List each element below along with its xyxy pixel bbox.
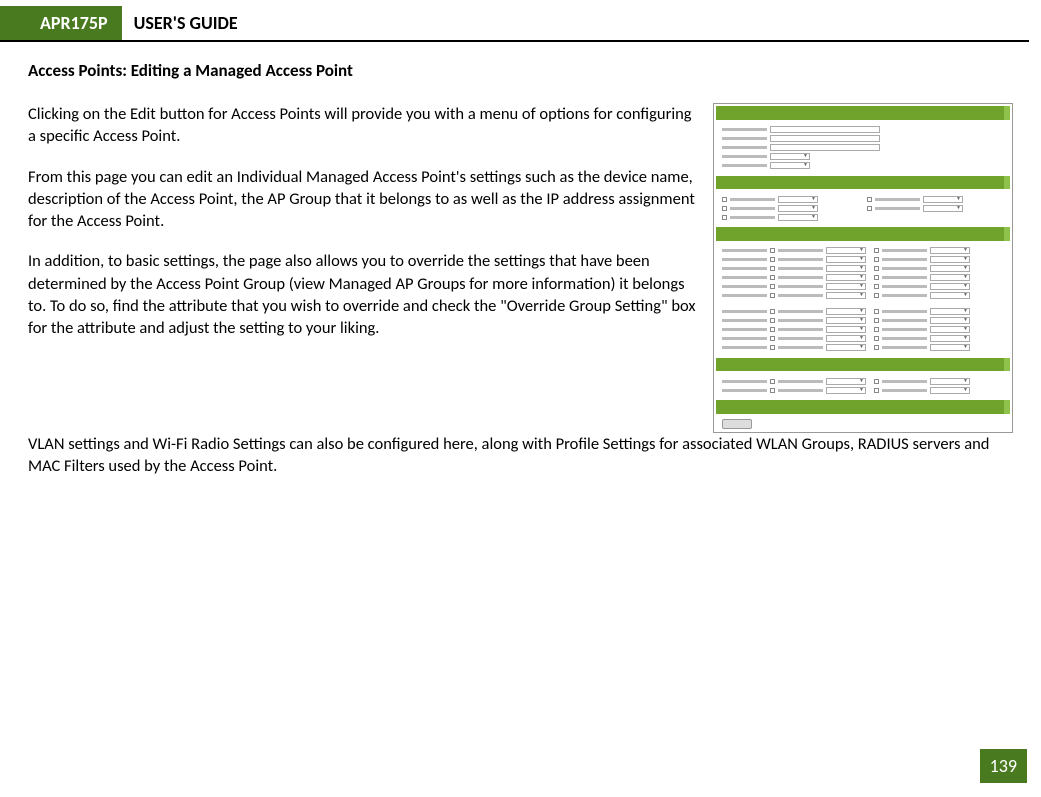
figure-section-bar	[716, 106, 1010, 120]
figure-section-bar	[716, 227, 1010, 241]
screenshot-figure	[713, 103, 1013, 433]
figure-section-bar	[716, 358, 1010, 372]
product-badge: APR175P	[0, 6, 122, 40]
paragraph-1: Clicking on the Edit button for Access P…	[28, 103, 699, 148]
paragraph-4: VLAN settings and Wi-Fi Radio Settings c…	[28, 433, 1013, 478]
body-columns: Clicking on the Edit button for Access P…	[28, 103, 1013, 433]
figure-radio-settings	[716, 245, 1010, 302]
text-column: Clicking on the Edit button for Access P…	[28, 103, 699, 433]
figure-vlan-settings	[716, 375, 1010, 396]
figure-profile-settings	[716, 306, 1010, 354]
figure-section-bar	[716, 176, 1010, 190]
figure-footer	[716, 418, 1010, 430]
page-number: 139	[980, 749, 1027, 783]
paragraph-2: From this page you can edit an Individua…	[28, 166, 699, 233]
paragraph-3: In addition, to basic settings, the page…	[28, 250, 699, 339]
page-header: APR175P USER'S GUIDE	[0, 6, 1029, 42]
section-heading: Access Points: Editing a Managed Access …	[28, 60, 1013, 81]
figure-basic-settings	[716, 124, 1010, 172]
document-title: USER'S GUIDE	[122, 6, 250, 40]
page-content: Access Points: Editing a Managed Access …	[0, 42, 1041, 478]
figure-section-bar	[716, 400, 1010, 414]
figure-override-settings	[716, 193, 1010, 223]
